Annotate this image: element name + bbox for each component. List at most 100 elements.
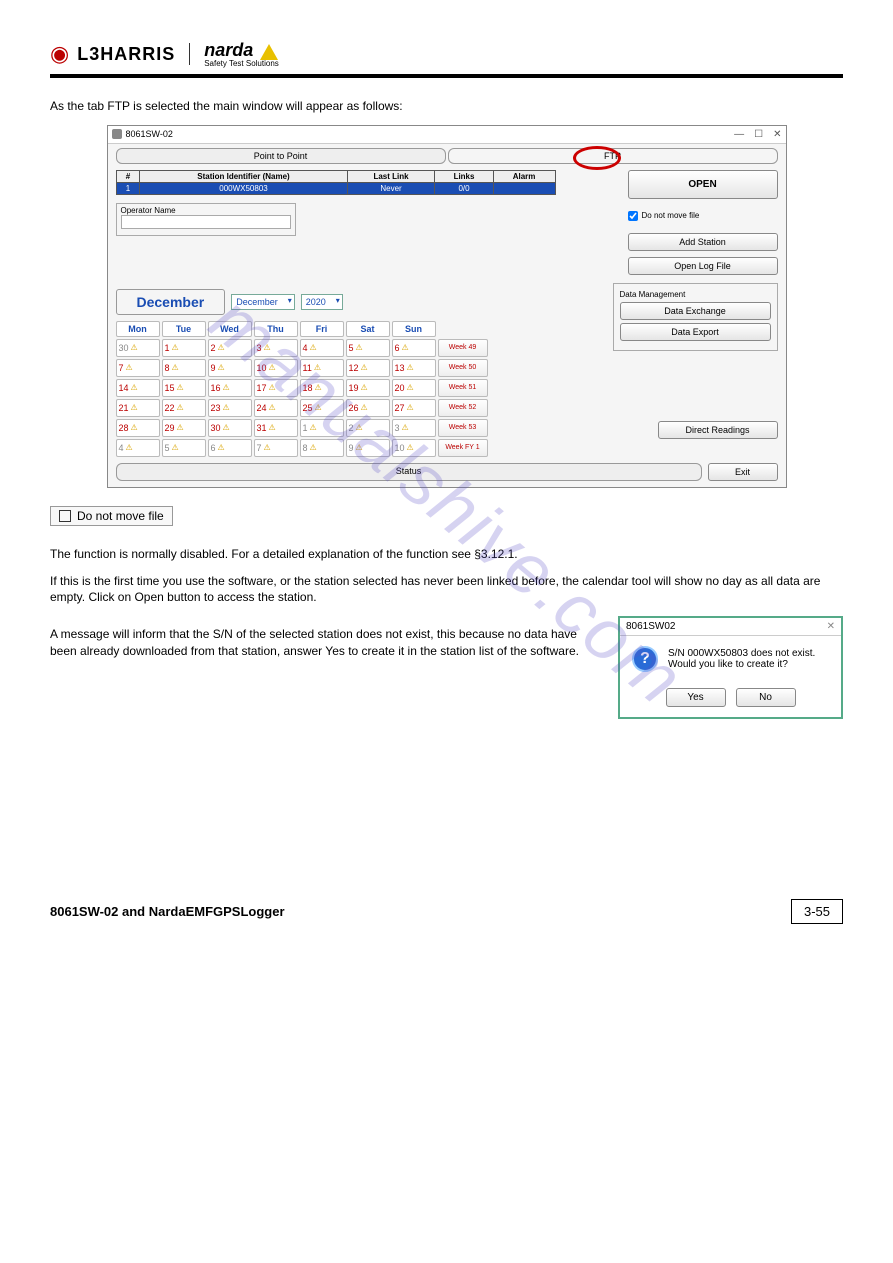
week-button[interactable]: Week 51	[438, 379, 488, 397]
data-export-button[interactable]: Data Export	[620, 323, 771, 341]
calendar-day[interactable]: 28⚠	[116, 419, 160, 437]
note-para-3: A message will inform that the S/N of th…	[50, 626, 602, 660]
cell-number: 1	[116, 182, 140, 194]
operator-name-input[interactable]	[121, 215, 291, 229]
calendar-day[interactable]: 5⚠	[346, 339, 390, 357]
warning-icon: ⚠	[218, 443, 225, 452]
data-exchange-button[interactable]: Data Exchange	[620, 302, 771, 320]
exit-button[interactable]: Exit	[708, 463, 778, 481]
l3harris-logo-text: L3HARRIS	[77, 44, 175, 65]
calendar-day[interactable]: 8⚠	[300, 439, 344, 457]
warning-icon: ⚠	[177, 403, 184, 412]
calendar-day[interactable]: 8⚠	[162, 359, 206, 377]
week-button[interactable]: Week 49	[438, 339, 488, 357]
warning-icon: ⚠	[177, 383, 184, 392]
calendar-day[interactable]: 22⚠	[162, 399, 206, 417]
calendar-day[interactable]: 2⚠	[346, 419, 390, 437]
calendar-day[interactable]: 30⚠	[208, 419, 252, 437]
calendar-day[interactable]: 15⚠	[162, 379, 206, 397]
calendar-day[interactable]: 19⚠	[346, 379, 390, 397]
calendar-day[interactable]: 17⚠	[254, 379, 298, 397]
calendar-day[interactable]: 9⚠	[208, 359, 252, 377]
warning-icon: ⚠	[126, 363, 133, 372]
status-bar: Status	[116, 463, 702, 481]
th-alarm: Alarm	[493, 170, 555, 182]
calendar-day[interactable]: 3⚠	[254, 339, 298, 357]
calendar-day[interactable]: 4⚠	[300, 339, 344, 357]
warning-icon: ⚠	[223, 403, 230, 412]
open-button[interactable]: OPEN	[628, 170, 778, 199]
calendar-day[interactable]: 10⚠	[392, 439, 436, 457]
warning-icon: ⚠	[361, 363, 368, 372]
calendar-day[interactable]: 12⚠	[346, 359, 390, 377]
calendar-day[interactable]: 11⚠	[300, 359, 344, 377]
tab-point-to-point[interactable]: Point to Point	[116, 148, 446, 164]
calendar-day[interactable]: 14⚠	[116, 379, 160, 397]
clip-label: Do not move file	[77, 509, 164, 523]
calendar-day[interactable]: 26⚠	[346, 399, 390, 417]
warning-icon: ⚠	[131, 403, 138, 412]
warning-icon: ⚠	[172, 343, 179, 352]
open-log-file-button[interactable]: Open Log File	[628, 257, 778, 275]
close-icon[interactable]: ✕	[773, 129, 781, 140]
calendar-day[interactable]: 1⚠	[300, 419, 344, 437]
calendar-day[interactable]: 4⚠	[116, 439, 160, 457]
week-button[interactable]: Week FY 1	[438, 439, 488, 457]
calendar-day[interactable]: 23⚠	[208, 399, 252, 417]
calendar-day[interactable]: 24⚠	[254, 399, 298, 417]
yes-button[interactable]: Yes	[666, 688, 726, 707]
week-button[interactable]: Week 50	[438, 359, 488, 377]
cell-identifier: 000WX50803	[140, 182, 347, 194]
minimize-icon[interactable]: —	[734, 129, 744, 140]
calendar-dayhead: Wed	[208, 321, 252, 337]
calendar-day[interactable]: 31⚠	[254, 419, 298, 437]
calendar-day[interactable]: 18⚠	[300, 379, 344, 397]
calendar-day[interactable]: 3⚠	[392, 419, 436, 437]
warning-icon: ⚠	[269, 383, 276, 392]
narda-triangle-icon	[260, 44, 278, 60]
calendar-day[interactable]: 13⚠	[392, 359, 436, 377]
calendar-day[interactable]: 5⚠	[162, 439, 206, 457]
warning-icon: ⚠	[356, 423, 363, 432]
warning-icon: ⚠	[269, 403, 276, 412]
calendar-day[interactable]: 6⚠	[208, 439, 252, 457]
week-button[interactable]: Week 52	[438, 399, 488, 417]
unchecked-box-icon	[59, 510, 71, 522]
table-row[interactable]: 1 000WX50803 Never 0/0	[116, 182, 555, 194]
calendar-day[interactable]: 6⚠	[392, 339, 436, 357]
maximize-icon[interactable]: ☐	[754, 129, 763, 140]
th-lastlink: Last Link	[347, 170, 435, 182]
calendar-day[interactable]: 10⚠	[254, 359, 298, 377]
calendar-day[interactable]: 2⚠	[208, 339, 252, 357]
calendar-day[interactable]: 30⚠	[116, 339, 160, 357]
warning-icon: ⚠	[310, 423, 317, 432]
cell-links: 0/0	[435, 182, 493, 194]
do-not-move-file-checkbox[interactable]	[628, 211, 638, 221]
calendar-day[interactable]: 25⚠	[300, 399, 344, 417]
calendar-day[interactable]: 20⚠	[392, 379, 436, 397]
calendar-day[interactable]: 9⚠	[346, 439, 390, 457]
note-para-1: The function is normally disabled. For a…	[50, 546, 843, 563]
operator-name-frame: Operator Name	[116, 203, 296, 236]
warning-icon: ⚠	[264, 443, 271, 452]
warning-icon: ⚠	[269, 423, 276, 432]
do-not-move-file-clip: Do not move file	[50, 506, 173, 526]
calendar-day[interactable]: 7⚠	[116, 359, 160, 377]
data-management-group: Data Management Data Exchange Data Expor…	[613, 283, 778, 351]
year-select[interactable]: 2020	[301, 294, 343, 310]
warning-icon: ⚠	[407, 403, 414, 412]
add-station-button[interactable]: Add Station	[628, 233, 778, 251]
calendar-day[interactable]: 21⚠	[116, 399, 160, 417]
direct-readings-button[interactable]: Direct Readings	[658, 421, 778, 439]
no-button[interactable]: No	[736, 688, 796, 707]
calendar-day[interactable]: 7⚠	[254, 439, 298, 457]
calendar-day[interactable]: 16⚠	[208, 379, 252, 397]
do-not-move-file-label: Do not move file	[642, 211, 700, 220]
week-button[interactable]: Week 53	[438, 419, 488, 437]
calendar-day[interactable]: 29⚠	[162, 419, 206, 437]
calendar-day[interactable]: 1⚠	[162, 339, 206, 357]
month-select[interactable]: December	[231, 294, 295, 310]
dialog-close-icon[interactable]: ✕	[827, 621, 835, 632]
narda-subtitle: Safety Test Solutions	[204, 59, 279, 68]
calendar-day[interactable]: 27⚠	[392, 399, 436, 417]
